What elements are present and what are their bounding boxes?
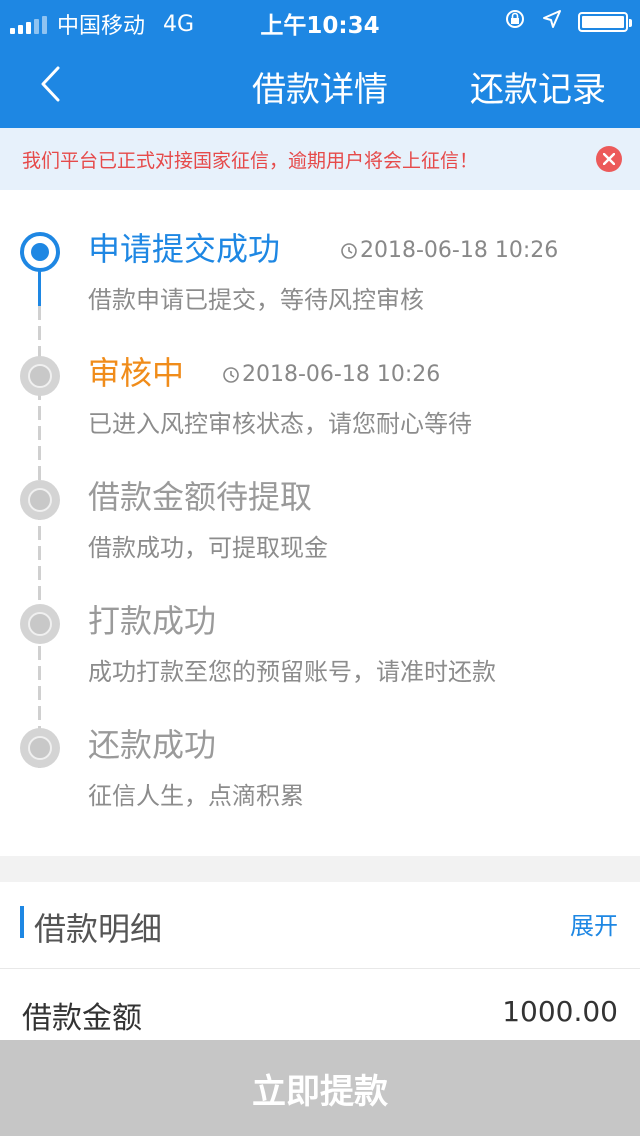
loan-progress-timeline: 申请提交成功 2018-06-18 10:26 借款申请已提交，等待风控审核 审… (0, 190, 640, 856)
loan-amount-row: 借款金额 1000.00 (0, 969, 640, 1041)
location-icon (542, 9, 562, 35)
close-icon (603, 153, 615, 165)
step-name: 打款成功 (88, 602, 217, 640)
expand-button[interactable]: 展开 (570, 906, 618, 941)
header: 中国移动 4G 上午10:34 借款详情 还款记录 (0, 0, 640, 128)
step-payout-success: 打款成功 成功打款至您的预留账号，请准时还款 (0, 602, 640, 714)
section-title: 借款明细 (34, 910, 163, 948)
step-desc: 借款成功，可提取现金 (88, 534, 328, 562)
navbar: 借款详情 还款记录 (0, 40, 640, 128)
section-accent-bar (20, 906, 24, 938)
step-awaiting-withdrawal: 借款金额待提取 借款成功，可提取现金 (0, 478, 640, 590)
step-desc: 成功打款至您的预留账号，请准时还款 (88, 658, 496, 686)
step-indicator (20, 356, 60, 396)
step-name: 审核中 (88, 354, 185, 392)
step-desc: 征信人生，点滴积累 (88, 782, 304, 810)
step-name: 还款成功 (88, 726, 217, 764)
step-indicator-done (20, 232, 60, 272)
step-indicator (20, 604, 60, 644)
step-desc: 借款申请已提交，等待风控审核 (88, 286, 424, 314)
step-indicator (20, 728, 60, 768)
status-bar: 中国移动 4G 上午10:34 (0, 0, 640, 40)
step-indicator (20, 480, 60, 520)
close-notice-button[interactable] (596, 146, 622, 172)
step-apply-submitted: 申请提交成功 2018-06-18 10:26 借款申请已提交，等待风控审核 (0, 230, 640, 342)
repayment-records-link[interactable]: 还款记录 (470, 62, 606, 111)
step-desc: 已进入风控审核状态，请您耐心等待 (88, 410, 472, 438)
step-repayment-success: 还款成功 征信人生，点滴积累 (0, 726, 640, 838)
step-time: 2018-06-18 10:26 (340, 238, 558, 263)
step-under-review: 审核中 2018-06-18 10:26 已进入风控审核状态，请您耐心等待 (0, 354, 640, 466)
step-time: 2018-06-18 10:26 (222, 362, 440, 387)
notice-banner: 我们平台已正式对接国家征信，逾期用户将会上征信！ (0, 128, 640, 190)
loan-amount-value: 1000.00 (502, 995, 618, 1028)
notice-text: 我们平台已正式对接国家征信，逾期用户将会上征信！ (22, 150, 479, 172)
clock-icon (223, 366, 239, 383)
step-name: 申请提交成功 (88, 230, 281, 268)
battery-icon (578, 12, 632, 32)
step-name: 借款金额待提取 (88, 478, 313, 516)
loan-amount-label: 借款金额 (22, 1001, 142, 1036)
clock-icon (341, 242, 357, 259)
loan-detail-header: 借款明细 展开 (0, 882, 640, 969)
orientation-lock-icon (504, 8, 526, 36)
withdraw-now-button[interactable]: 立即提款 (0, 1040, 640, 1136)
